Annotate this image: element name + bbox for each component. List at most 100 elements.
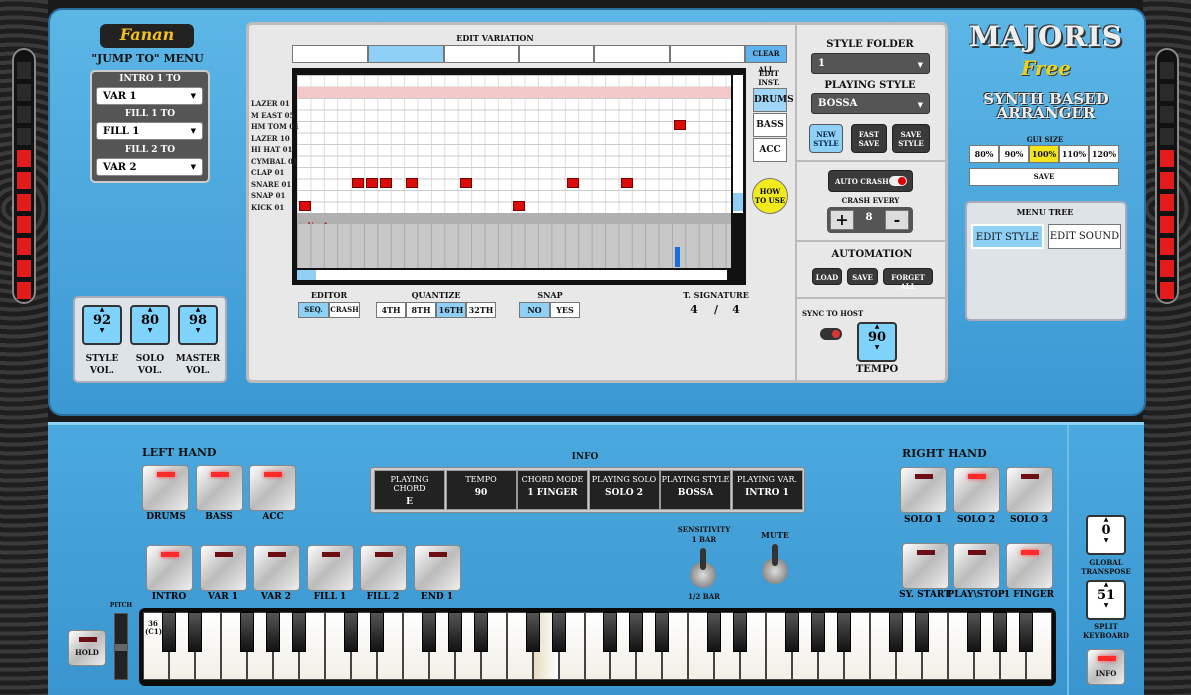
track-label[interactable]: HM TOM 01	[251, 122, 299, 131]
variation-slot[interactable]	[519, 45, 594, 63]
sync-start-pad[interactable]	[902, 543, 949, 589]
fill1-pad[interactable]	[307, 545, 354, 591]
black-key[interactable]	[1019, 612, 1034, 652]
crash-mode-button[interactable]: CRASH	[329, 302, 360, 318]
mute-toggle-switch[interactable]	[762, 544, 788, 584]
global-transpose-spinner[interactable]: ▲ 0 ▼	[1086, 515, 1126, 555]
snap-yes-button[interactable]: YES	[550, 302, 580, 318]
quantize-8th[interactable]: 8TH	[406, 302, 436, 318]
edit-sound-button[interactable]: EDIT SOUND	[1048, 224, 1121, 249]
black-key[interactable]	[785, 612, 800, 652]
hold-pad[interactable]: HOLD	[68, 630, 106, 666]
forget-all-button[interactable]: FORGET ALL	[883, 268, 933, 291]
note-cell[interactable]	[460, 178, 472, 188]
black-key[interactable]	[603, 612, 618, 652]
black-key[interactable]	[889, 612, 904, 652]
fill1-dropdown[interactable]: FILL 1 ▼	[96, 122, 203, 140]
note-cell[interactable]	[406, 178, 418, 188]
track-label[interactable]: M EAST 05	[251, 111, 294, 120]
black-key[interactable]	[291, 612, 306, 652]
note-cell[interactable]	[352, 178, 364, 188]
note-cell[interactable]	[621, 178, 633, 188]
arrow-down-icon[interactable]: ▼	[859, 345, 895, 351]
quantize-16th[interactable]: 16TH	[436, 302, 466, 318]
fill2-pad[interactable]	[360, 545, 407, 591]
edit-style-button[interactable]: EDIT STYLE	[971, 224, 1044, 249]
solo1-pad[interactable]	[900, 467, 947, 513]
gui-size-110[interactable]: 110%	[1059, 145, 1089, 163]
auto-crash-toggle[interactable]: AUTO CRASH	[828, 170, 913, 192]
black-key[interactable]	[343, 612, 358, 652]
track-label[interactable]: SNAP 01	[251, 191, 285, 200]
snap-no-button[interactable]: NO	[519, 302, 550, 318]
playing-style-dropdown[interactable]: BOSSA ▼	[811, 93, 930, 114]
gui-size-90[interactable]: 90%	[999, 145, 1029, 163]
note-cell[interactable]	[567, 178, 579, 188]
variation-slot[interactable]	[444, 45, 519, 63]
automation-load-button[interactable]: LOAD	[812, 268, 842, 285]
play-stop-pad[interactable]	[953, 543, 1000, 589]
track-label[interactable]: SNARE 01	[251, 180, 291, 189]
pitch-wheel[interactable]	[114, 613, 128, 680]
bass-inst-button[interactable]: BASS	[753, 113, 787, 137]
arrow-down-icon[interactable]: ▼	[1088, 603, 1124, 609]
quantize-4th[interactable]: 4TH	[376, 302, 406, 318]
black-key[interactable]	[837, 612, 852, 652]
note-cell[interactable]	[366, 178, 378, 188]
gui-size-120[interactable]: 120%	[1089, 145, 1119, 163]
save-style-button[interactable]: SAVE STYLE	[892, 124, 930, 153]
black-key[interactable]	[525, 612, 540, 652]
black-key[interactable]	[187, 612, 202, 652]
split-keyboard-spinner[interactable]: ▲ 51 ▼	[1086, 580, 1126, 620]
solo-volume-spinner[interactable]: ▲ 80 ▼	[130, 305, 170, 345]
black-key[interactable]	[733, 612, 748, 652]
automation-save-button[interactable]: SAVE	[847, 268, 878, 285]
gui-size-100[interactable]: 100%	[1029, 145, 1059, 163]
black-key[interactable]	[629, 612, 644, 652]
note-cell[interactable]	[513, 201, 525, 211]
black-key[interactable]	[993, 612, 1008, 652]
clear-all-button[interactable]: CLEAR ALL	[745, 45, 787, 74]
track-label[interactable]: LAZER 10	[251, 134, 290, 143]
acc-inst-button[interactable]: ACC	[753, 138, 787, 162]
quantize-32th[interactable]: 32TH	[466, 302, 496, 318]
note-cell[interactable]	[674, 120, 686, 130]
black-key[interactable]	[967, 612, 982, 652]
var2-pad[interactable]	[253, 545, 300, 591]
new-style-button[interactable]: NEW STYLE	[809, 124, 843, 153]
crash-plus-button[interactable]: +	[830, 210, 854, 230]
black-key[interactable]	[915, 612, 930, 652]
gui-size-80[interactable]: 80%	[969, 145, 999, 163]
track-label[interactable]: CYMBAL 01	[251, 157, 298, 166]
solo2-pad[interactable]	[953, 467, 1000, 513]
track-label[interactable]: KICK 01	[251, 203, 284, 212]
black-key[interactable]	[447, 612, 462, 652]
drums-pad[interactable]	[142, 465, 189, 511]
arrow-down-icon[interactable]: ▼	[84, 328, 120, 334]
black-key[interactable]	[369, 612, 384, 652]
vertical-scrollbar[interactable]	[733, 75, 743, 213]
fast-save-button[interactable]: FAST SAVE	[851, 124, 887, 153]
black-key[interactable]	[473, 612, 488, 652]
bass-pad[interactable]	[196, 465, 243, 511]
crash-minus-button[interactable]: -	[885, 210, 909, 230]
end1-pad[interactable]	[414, 545, 461, 591]
black-key[interactable]	[655, 612, 670, 652]
black-key[interactable]	[421, 612, 436, 652]
seq-mode-button[interactable]: SEQ.	[298, 302, 329, 318]
tempo-spinner[interactable]: ▲ 90 ▼	[857, 322, 897, 362]
track-label[interactable]: HI HAT 01	[251, 145, 292, 154]
black-key[interactable]	[811, 612, 826, 652]
variation-slot[interactable]	[292, 45, 368, 63]
style-folder-dropdown[interactable]: 1 ▼	[811, 53, 930, 74]
how-to-use-button[interactable]: HOW TO USE	[752, 178, 788, 214]
arrow-down-icon[interactable]: ▼	[1088, 538, 1124, 544]
sensitivity-toggle-switch[interactable]	[690, 548, 716, 588]
black-key[interactable]	[551, 612, 566, 652]
note-cell[interactable]	[299, 201, 311, 211]
variation-slot[interactable]	[670, 45, 745, 63]
black-key[interactable]	[265, 612, 280, 652]
arrow-down-icon[interactable]: ▼	[180, 328, 216, 334]
arrow-down-icon[interactable]: ▼	[132, 328, 168, 334]
acc-pad[interactable]	[249, 465, 296, 511]
